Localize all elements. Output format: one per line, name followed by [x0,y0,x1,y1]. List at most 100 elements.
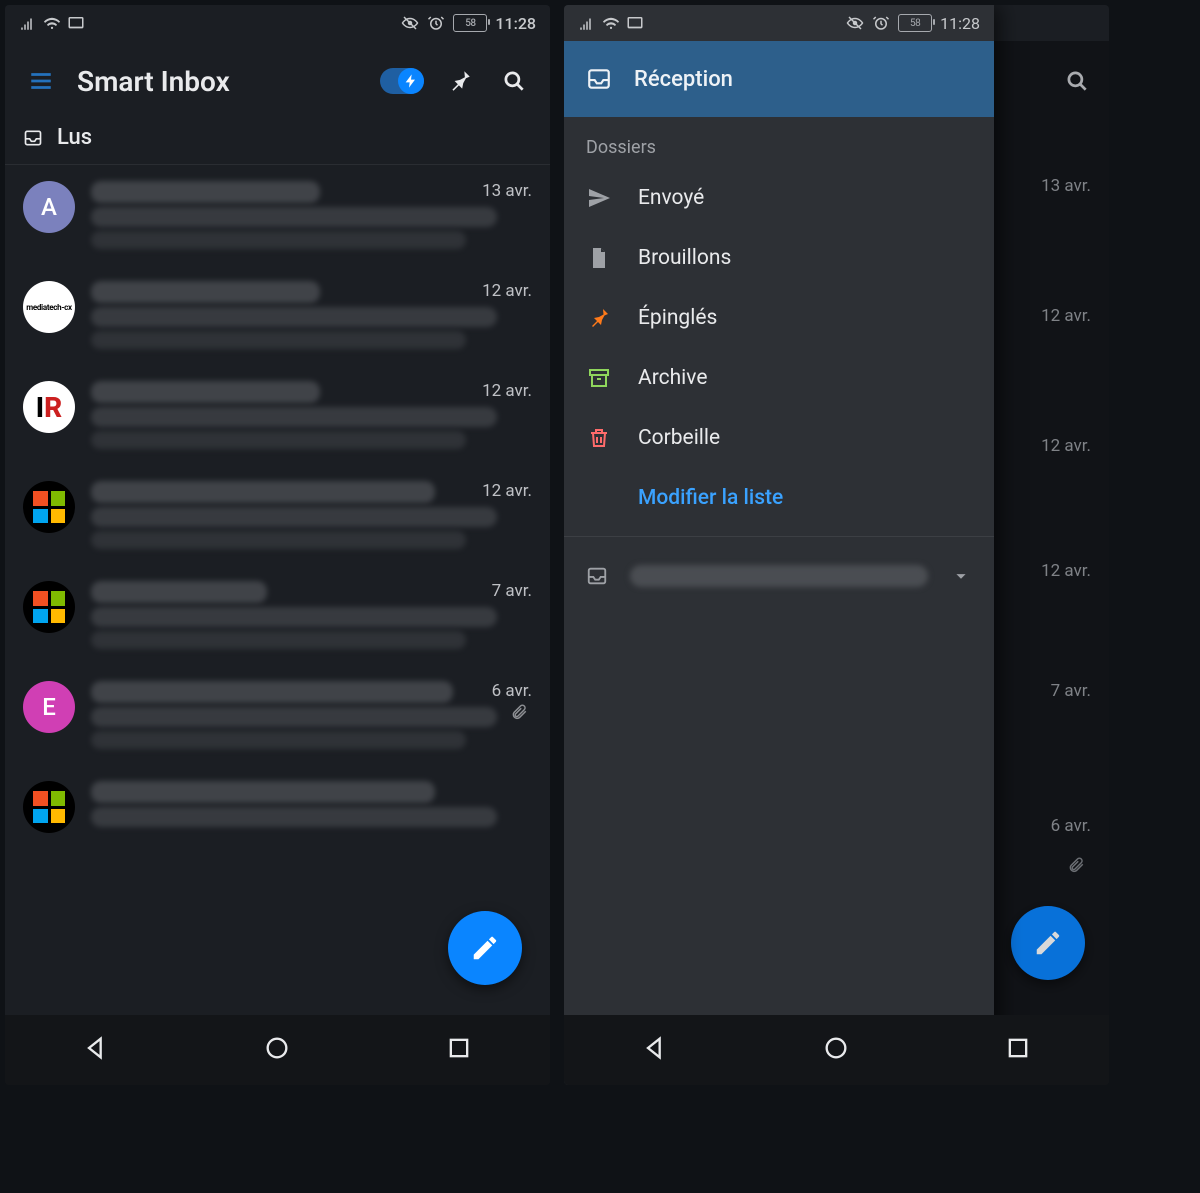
nav-recent-button[interactable] [1004,1034,1032,1066]
status-bar: 58 11:28 [564,5,994,41]
pencil-icon [1033,928,1063,958]
menu-button[interactable] [23,63,59,99]
drawer-item-drafts[interactable]: Brouillons [564,228,994,288]
email-date: 12 avr. [482,381,532,401]
subject-redacted [91,307,497,327]
email-row[interactable]: 7 avr. [5,565,550,665]
attachment-icon [1067,856,1085,878]
nav-home-button[interactable] [822,1034,850,1066]
email-row[interactable]: E 6 avr. [5,665,550,765]
inbox-icon [586,565,608,587]
drawer-modify-label: Modifier la liste [638,486,783,510]
email-date: 12 avr. [1041,436,1091,456]
search-button[interactable] [496,63,532,99]
email-row[interactable]: mediatech-cx 12 avr. [5,265,550,365]
avatar: IR [23,381,75,433]
email-date: 7 avr. [1051,681,1091,701]
device-icon [626,14,644,32]
pin-button[interactable] [442,63,478,99]
email-date: 6 avr. [1051,816,1091,836]
email-row[interactable]: A 13 avr. [5,165,550,265]
email-date: 13 avr. [482,181,532,201]
email-date: 12 avr. [482,481,532,501]
status-bar: 58 11:28 [5,5,550,41]
drawer-item-pinned[interactable]: Épinglés [564,288,994,348]
smart-toggle[interactable] [380,68,424,94]
android-nav-bar [564,1015,1109,1085]
account-email-redacted [630,565,928,587]
battery-pct: 58 [465,18,475,29]
alarm-icon [427,14,445,32]
search-button[interactable] [1059,63,1095,99]
phone-smart-inbox: 58 11:28 Smart Inbox L [5,5,550,1085]
sender-redacted [91,781,435,803]
subject-redacted [91,407,497,427]
drawer-label: Archive [638,366,707,390]
section-title: Lus [57,125,92,150]
preview-redacted [91,331,466,349]
send-icon [587,186,611,210]
device-icon [67,14,85,32]
bolt-icon [398,68,424,94]
sender-redacted [91,181,320,203]
preview-redacted [91,531,466,549]
section-header-read[interactable]: Lus [5,121,550,165]
background-inbox: 13 avr. 12 avr. 12 avr. 12 avr. 7 avr. 6… [994,41,1109,1015]
avatar-microsoft-icon [23,781,75,833]
compose-button[interactable] [448,911,522,985]
sender-redacted [91,681,453,703]
archive-icon [587,366,611,390]
attachment-icon [510,703,528,725]
eye-icon [846,14,864,32]
drawer-label: Envoyé [638,186,704,210]
inbox-icon [586,66,612,92]
divider [564,536,994,537]
subject-redacted [91,807,497,827]
avatar: A [23,181,75,233]
navigation-drawer: 58 11:28 Réception Dossiers Envoyé Broui… [564,5,994,1085]
email-row[interactable]: 12 avr. [5,465,550,565]
drawer-item-inbox[interactable]: Réception [564,41,994,117]
pencil-icon [470,933,500,963]
drawer-label: Corbeille [638,426,720,450]
nav-back-button[interactable] [82,1034,110,1066]
nav-back-button[interactable] [641,1034,669,1066]
email-list[interactable]: A 13 avr. mediatech-cx 12 avr. [5,165,550,1015]
signal-icon [578,14,596,32]
drawer-item-trash[interactable]: Corbeille [564,408,994,468]
signal-icon [19,14,37,32]
drawer-item-sent[interactable]: Envoyé [564,168,994,228]
inbox-icon [23,128,43,148]
preview-redacted [91,231,466,249]
nav-recent-button[interactable] [445,1034,473,1066]
drawer-label: Brouillons [638,246,731,270]
compose-button[interactable] [1011,906,1085,980]
subject-redacted [91,707,497,727]
drawer-account-row[interactable] [564,545,994,607]
preview-redacted [91,631,466,649]
sender-redacted [91,381,320,403]
drawer-label: Épinglés [638,306,717,330]
preview-redacted [91,431,466,449]
battery-indicator: 58 [898,14,932,32]
email-date: 7 avr. [492,581,532,601]
chevron-down-icon [950,565,972,587]
drawer-item-archive[interactable]: Archive [564,348,994,408]
email-date: 12 avr. [1041,561,1091,581]
wifi-icon [43,14,61,32]
subject-redacted [91,207,497,227]
email-date: 6 avr. [492,681,532,701]
sender-redacted [91,281,320,303]
nav-home-button[interactable] [263,1034,291,1066]
email-row[interactable] [5,765,550,849]
android-nav-bar [5,1015,550,1085]
email-row[interactable]: IR 12 avr. [5,365,550,465]
avatar-microsoft-icon [23,481,75,533]
trash-icon [587,426,611,450]
eye-icon [401,14,419,32]
drawer-modify-list[interactable]: Modifier la liste [564,468,994,528]
subject-redacted [91,607,497,627]
email-date: 12 avr. [1041,306,1091,326]
drawer-header-label: Réception [634,67,733,92]
page-title: Smart Inbox [77,65,362,98]
